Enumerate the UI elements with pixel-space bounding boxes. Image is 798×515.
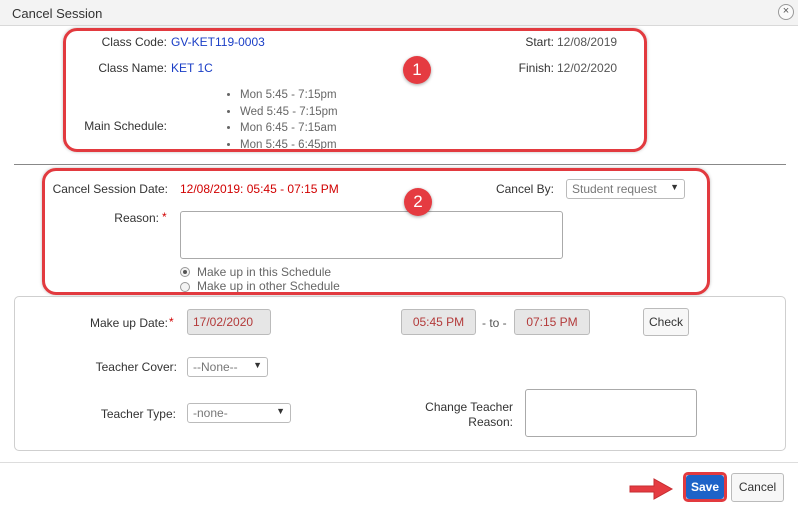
teacher-type-value: -none- — [193, 406, 228, 420]
teacher-cover-value: --None-- — [193, 360, 238, 374]
cancel-button[interactable]: Cancel — [731, 473, 784, 502]
makeup-date-label: Make up Date: — [89, 316, 168, 330]
save-button[interactable]: Save — [686, 475, 724, 499]
arrow-right-icon — [629, 478, 674, 500]
close-icon[interactable]: × — [778, 4, 794, 20]
makeup-time-to-input[interactable]: 07:15 PM — [514, 309, 590, 335]
makeup-time-from-input[interactable]: 05:45 PM — [401, 309, 476, 335]
teacher-type-select[interactable]: -none- ▼ — [187, 403, 291, 423]
teacher-type-label: Teacher Type: — [100, 407, 176, 421]
highlight-box-2 — [42, 168, 710, 295]
time-range-separator: - to - — [482, 316, 507, 330]
section-divider — [14, 164, 786, 165]
check-button[interactable]: Check — [643, 308, 689, 336]
annotation-badge-2: 2 — [404, 188, 432, 216]
makeup-date-input[interactable]: 17/02/2020 — [187, 309, 271, 335]
teacher-cover-select[interactable]: --None-- ▼ — [187, 357, 268, 377]
caret-down-icon: ▼ — [276, 406, 285, 416]
dialog-titlebar: Cancel Session × — [0, 0, 798, 26]
annotation-badge-1: 1 — [403, 56, 431, 84]
change-teacher-reason-label-line1: Change Teacher — [425, 400, 513, 414]
caret-down-icon: ▼ — [253, 360, 262, 370]
change-teacher-reason-textarea[interactable] — [525, 389, 697, 437]
required-mark: * — [169, 315, 174, 329]
highlight-box-1 — [63, 28, 647, 152]
dialog-title: Cancel Session — [12, 6, 103, 21]
footer-divider — [0, 462, 798, 463]
change-teacher-reason-label-line2: Reason: — [468, 415, 513, 429]
teacher-cover-label: Teacher Cover: — [95, 360, 177, 374]
